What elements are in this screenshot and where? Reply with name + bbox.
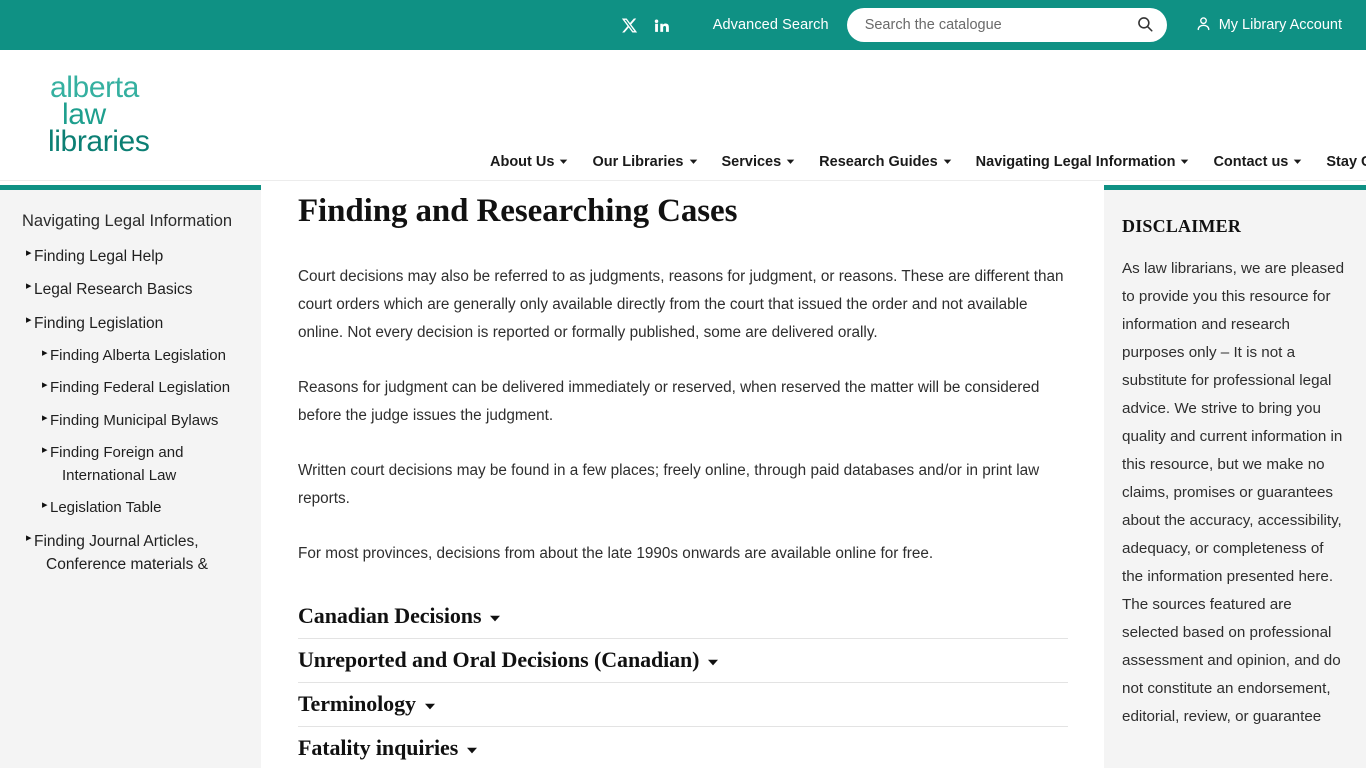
nav-item-contact-us[interactable]: Contact us [1201,150,1314,174]
logo-line-3: libraries [48,125,150,158]
sidebar-item-legislation-table[interactable]: ▸ Legislation Table [12,497,249,520]
nav-label: Stay Current [1326,154,1366,170]
social-links [621,16,671,34]
nav-item-research-guides[interactable]: Research Guides [807,150,963,174]
x-twitter-icon[interactable] [621,16,639,34]
chevron-down-icon [1293,157,1302,166]
sidebar-item-label: Finding Journal Articles, Conference mat… [34,532,208,573]
sidebar-item-label: Finding Legislation [34,314,164,332]
nav-label: Our Libraries [592,154,684,170]
nav-label: Contact us [1213,154,1289,170]
accordion-canadian-decisions[interactable]: Canadian Decisions [298,595,1068,639]
nav-label: About Us [490,154,555,170]
sidebar-item-legal-research-basics[interactable]: ▸ Legal Research Basics [12,278,249,301]
sidebar-item-label: Legislation Table [50,499,162,517]
user-icon [1195,15,1212,36]
disclaimer-heading: DISCLAIMER [1122,216,1242,236]
advanced-search-link[interactable]: Advanced Search [713,17,829,33]
search-submit-button[interactable] [1131,11,1159,39]
sidebar-item-finding-federal-legislation[interactable]: ▸ Finding Federal Legislation [12,377,249,400]
body-paragraph: Reasons for judgment can be delivered im… [298,379,1040,424]
sidebar-item-finding-municipal-bylaws[interactable]: ▸ Finding Municipal Bylaws [12,410,249,433]
chevron-down-icon [943,157,952,166]
top-utility-bar: Advanced Search My Library Account [0,0,1366,50]
catalogue-search-box [846,8,1167,42]
accordion-fatality-inquiries[interactable]: Fatality inquiries [298,727,1068,768]
sidebar-item-label: Finding Municipal Bylaws [50,411,219,429]
accordion-label: Unreported and Oral Decisions (Canadian) [298,647,700,672]
nav-item-navigating-legal-information[interactable]: Navigating Legal Information [964,150,1202,174]
chevron-down-icon [689,157,698,166]
search-icon [1136,15,1154,36]
sidebar-item-finding-foreign-and-international-law[interactable]: ▸ Finding Foreign and International Law [12,442,249,487]
main-content: Finding and Researching Cases Court deci… [261,185,1104,768]
chevron-down-icon [489,612,501,624]
body-paragraph: Written court decisions may be found in … [298,462,1040,507]
search-input[interactable] [862,16,1131,34]
sidebar-item-finding-legislation[interactable]: ▸ Finding Legislation [12,312,249,335]
nav-item-stay-current[interactable]: Stay Current [1314,150,1366,174]
disclaimer-text: As law librarians, we are pleased to pro… [1122,260,1345,725]
sidebar-item-label: Finding Federal Legislation [50,379,231,397]
sidebar-section-title[interactable]: Navigating Legal Information [22,212,249,231]
chevron-down-icon [559,157,568,166]
my-library-account-link[interactable]: My Library Account [1195,15,1342,36]
left-sidebar-navigation: Navigating Legal Information ▸ Finding L… [0,185,261,768]
sidebar-item-label: Legal Research Basics [34,281,193,299]
chevron-down-icon [707,656,719,668]
nav-item-about-us[interactable]: About Us [490,150,580,174]
chevron-down-icon [424,700,436,712]
accordion-label: Canadian Decisions [298,603,482,628]
accordion-list: Canadian Decisions Unreported and Oral D… [298,595,1068,768]
sidebar-item-finding-journal-articles[interactable]: ▸ Finding Journal Articles, Conference m… [12,530,249,577]
chevron-down-icon [466,744,478,756]
linkedin-icon[interactable] [653,16,671,34]
main-navigation: About Us Our Libraries Services Research… [490,150,1366,174]
chevron-down-icon [1180,157,1189,166]
accordion-label: Fatality inquiries [298,735,459,760]
site-masthead: alberta law libraries About Us Our Libra… [0,50,1366,181]
accordion-unreported-and-oral-decisions[interactable]: Unreported and Oral Decisions (Canadian) [298,639,1068,683]
my-library-account-label: My Library Account [1218,17,1342,33]
sidebar-item-finding-alberta-legislation[interactable]: ▸ Finding Alberta Legislation [12,345,249,368]
page-body: Navigating Legal Information ▸ Finding L… [0,181,1366,768]
nav-label: Services [721,154,782,170]
nav-item-our-libraries[interactable]: Our Libraries [580,150,709,174]
accordion-label: Terminology [298,691,416,716]
right-sidebar-disclaimer: DISCLAIMER As law librarians, we are ple… [1104,185,1366,768]
chevron-down-icon [786,157,795,166]
nav-label: Navigating Legal Information [975,154,1176,170]
sidebar-item-label: Finding Foreign and International Law [50,444,184,484]
page-title: Finding and Researching Cases [298,193,738,229]
accordion-terminology[interactable]: Terminology [298,683,1068,727]
nav-label: Research Guides [819,154,938,170]
sidebar-item-finding-legal-help[interactable]: ▸ Finding Legal Help [12,245,249,268]
sidebar-item-label: Finding Alberta Legislation [50,346,226,364]
site-logo[interactable]: alberta law libraries [48,73,230,158]
nav-item-services[interactable]: Services [710,150,808,174]
body-paragraph: Court decisions may also be referred to … [298,268,1064,341]
sidebar-item-label: Finding Legal Help [34,248,164,265]
body-paragraph: For most provinces, decisions from about… [298,545,934,562]
